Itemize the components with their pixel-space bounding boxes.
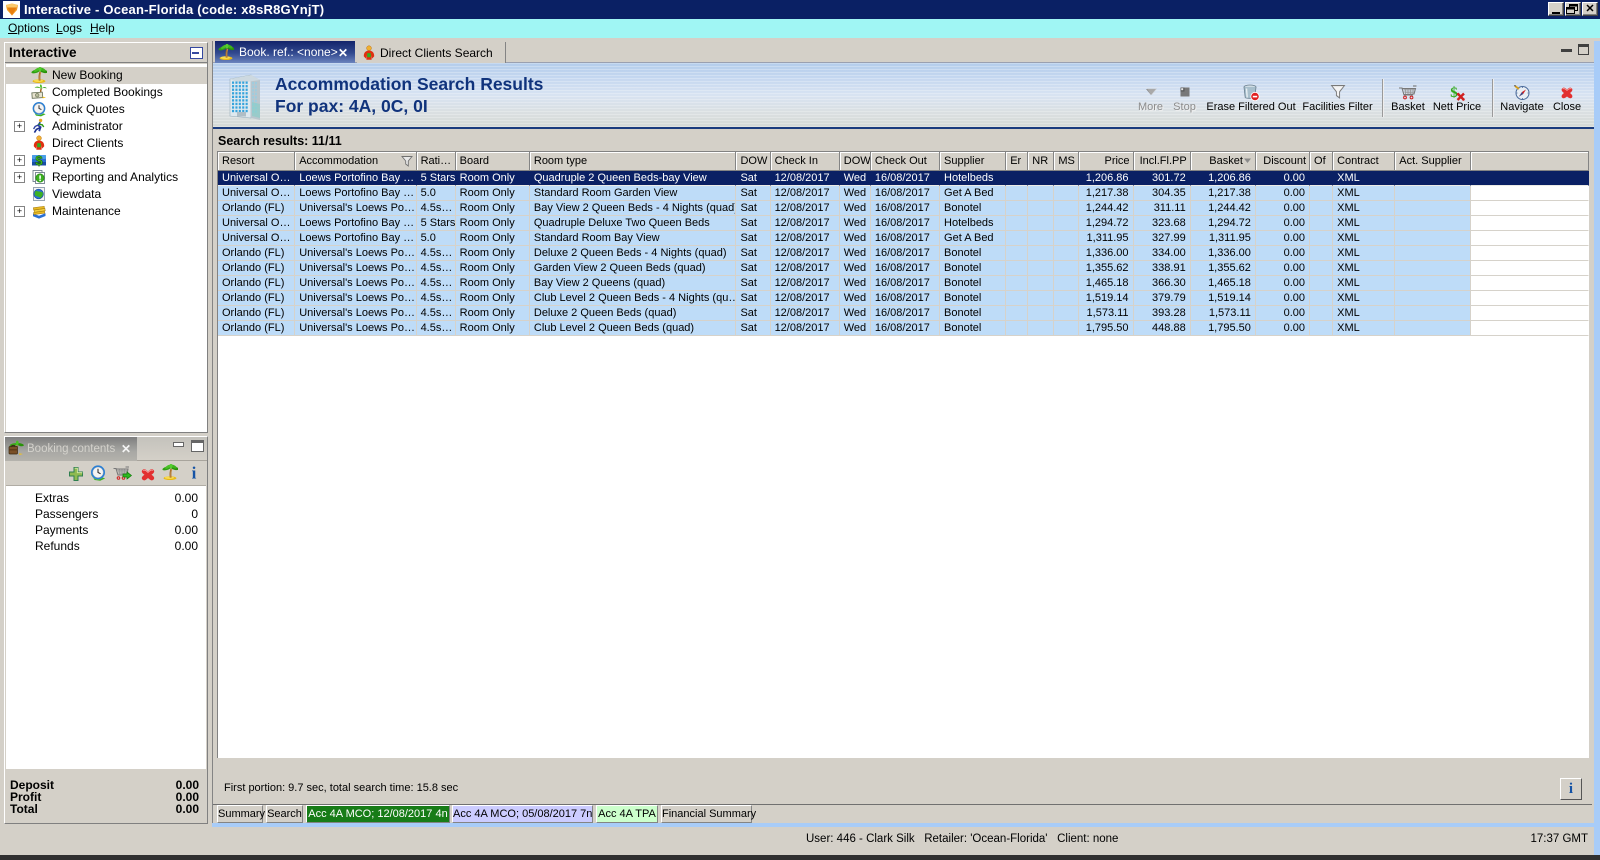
svg-text:$: $ xyxy=(35,153,43,168)
svg-text:$: $ xyxy=(1450,85,1458,101)
svg-text:i: i xyxy=(192,464,197,482)
